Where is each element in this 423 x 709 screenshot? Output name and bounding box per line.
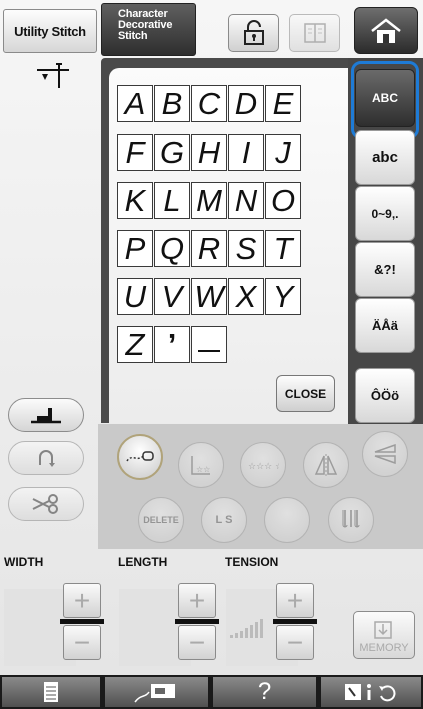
mirror-horizontal-icon	[374, 443, 396, 465]
tab-numbers[interactable]: 0~9,.	[355, 186, 415, 241]
tension-label: TENSION	[225, 555, 279, 569]
lock-icon	[243, 20, 264, 45]
key-F[interactable]: F	[117, 134, 153, 171]
delete-button[interactable]: DELETE	[138, 497, 184, 543]
key-K[interactable]: K	[117, 182, 153, 219]
key-apostrophe[interactable]: ’	[154, 326, 190, 363]
tab-accented-o[interactable]: ÔÖö	[355, 368, 415, 423]
presser-foot-button[interactable]	[8, 398, 84, 432]
key-V[interactable]: V	[154, 278, 190, 315]
thread-icon	[126, 451, 154, 462]
key-E[interactable]: E	[265, 85, 301, 122]
close-button[interactable]: CLOSE	[276, 375, 335, 412]
twin-needle-icon	[342, 510, 360, 528]
key-G[interactable]: G	[154, 134, 190, 171]
key-B[interactable]: B	[154, 85, 190, 122]
key-N[interactable]: N	[228, 182, 264, 219]
blank-button[interactable]	[264, 497, 310, 543]
home-button[interactable]	[354, 7, 418, 54]
key-A[interactable]: A	[117, 85, 153, 122]
help-button[interactable]: ?	[213, 677, 316, 707]
tab-accented-a[interactable]: ÄÅä	[355, 298, 415, 353]
key-I[interactable]: I	[228, 134, 264, 171]
svg-text:☆☆: ☆☆	[196, 465, 210, 474]
tension-minus-button[interactable]: −	[276, 625, 314, 660]
key-Z[interactable]: Z	[117, 326, 153, 363]
reverse-button[interactable]	[8, 441, 84, 475]
manual-button[interactable]	[289, 14, 340, 52]
key-P[interactable]: P	[117, 230, 153, 267]
key-X[interactable]: X	[228, 278, 264, 315]
length-minus-button[interactable]: −	[178, 625, 216, 660]
mirror-horizontal-button[interactable]	[362, 431, 408, 477]
tab-symbols[interactable]: &?!	[355, 242, 415, 297]
scissors-icon	[32, 494, 58, 514]
tab-character-decorative-stitch[interactable]: Character Decorative Stitch	[101, 3, 196, 56]
tab-utility-stitch[interactable]: Utility Stitch	[3, 9, 97, 53]
length-plus-button[interactable]: +	[178, 583, 216, 618]
stitch-density-button[interactable]: ☆☆☆ ☆	[240, 442, 286, 488]
memory-button[interactable]: MEMORY	[353, 611, 415, 659]
machine-help-button[interactable]	[105, 677, 208, 707]
tab-uppercase[interactable]: ABC	[355, 69, 415, 127]
key-T[interactable]: T	[265, 230, 301, 267]
length-label: LENGTH	[118, 555, 168, 569]
lock-button[interactable]	[228, 14, 279, 52]
key-H[interactable]: H	[191, 134, 227, 171]
stitch-mirror-button[interactable]: ☆☆	[178, 442, 224, 488]
size-button[interactable]: L S	[201, 497, 247, 543]
book-icon	[303, 23, 326, 43]
key-C[interactable]: C	[191, 85, 227, 122]
needle-mode-icon	[37, 63, 69, 88]
key-Y[interactable]: Y	[265, 278, 301, 315]
length-divider	[175, 619, 219, 624]
tension-plus-button[interactable]: +	[276, 583, 314, 618]
tension-divider	[273, 619, 317, 624]
thread-button[interactable]	[117, 434, 163, 480]
presser-foot-icon	[31, 408, 61, 424]
mirror-vertical-icon	[314, 454, 338, 476]
tab-character-line3: Stitch	[118, 30, 148, 42]
key-D[interactable]: D	[228, 85, 264, 122]
document-icon	[44, 682, 58, 702]
settings-button[interactable]	[2, 677, 100, 707]
thread-cutter-button[interactable]	[8, 487, 84, 521]
key-R[interactable]: R	[191, 230, 227, 267]
key-L[interactable]: L	[154, 182, 190, 219]
key-S[interactable]: S	[228, 230, 264, 267]
width-divider	[60, 619, 104, 624]
key-space[interactable]	[191, 326, 227, 363]
size-label: L S	[215, 514, 233, 526]
stars-icon: ☆☆☆ ☆	[248, 462, 279, 472]
width-plus-button[interactable]: +	[63, 583, 101, 618]
key-U[interactable]: U	[117, 278, 153, 315]
width-minus-button[interactable]: −	[63, 625, 101, 660]
key-O[interactable]: O	[265, 182, 301, 219]
svg-text:☆☆☆ ☆: ☆☆☆ ☆	[248, 462, 279, 472]
key-J[interactable]: J	[265, 134, 301, 171]
key-Q[interactable]: Q	[154, 230, 190, 267]
pattern-info-button[interactable]	[321, 677, 421, 707]
sewing-machine-icon	[133, 684, 175, 703]
space-icon	[198, 349, 220, 352]
key-M[interactable]: M	[191, 182, 227, 219]
twin-needle-button[interactable]	[328, 497, 374, 543]
width-label: WIDTH	[4, 555, 44, 569]
reverse-stitch-icon	[39, 450, 55, 467]
memory-icon	[374, 621, 392, 639]
key-W[interactable]: W	[191, 278, 227, 315]
memory-label: MEMORY	[359, 642, 409, 654]
stitch-icon: ☆☆	[191, 456, 210, 475]
mirror-vertical-button[interactable]	[303, 442, 349, 488]
pattern-info-icon	[345, 684, 396, 702]
tab-lowercase[interactable]: abc	[355, 130, 415, 185]
delete-label: DELETE	[143, 515, 179, 525]
tension-level-icon	[230, 619, 263, 638]
home-icon	[371, 17, 401, 43]
